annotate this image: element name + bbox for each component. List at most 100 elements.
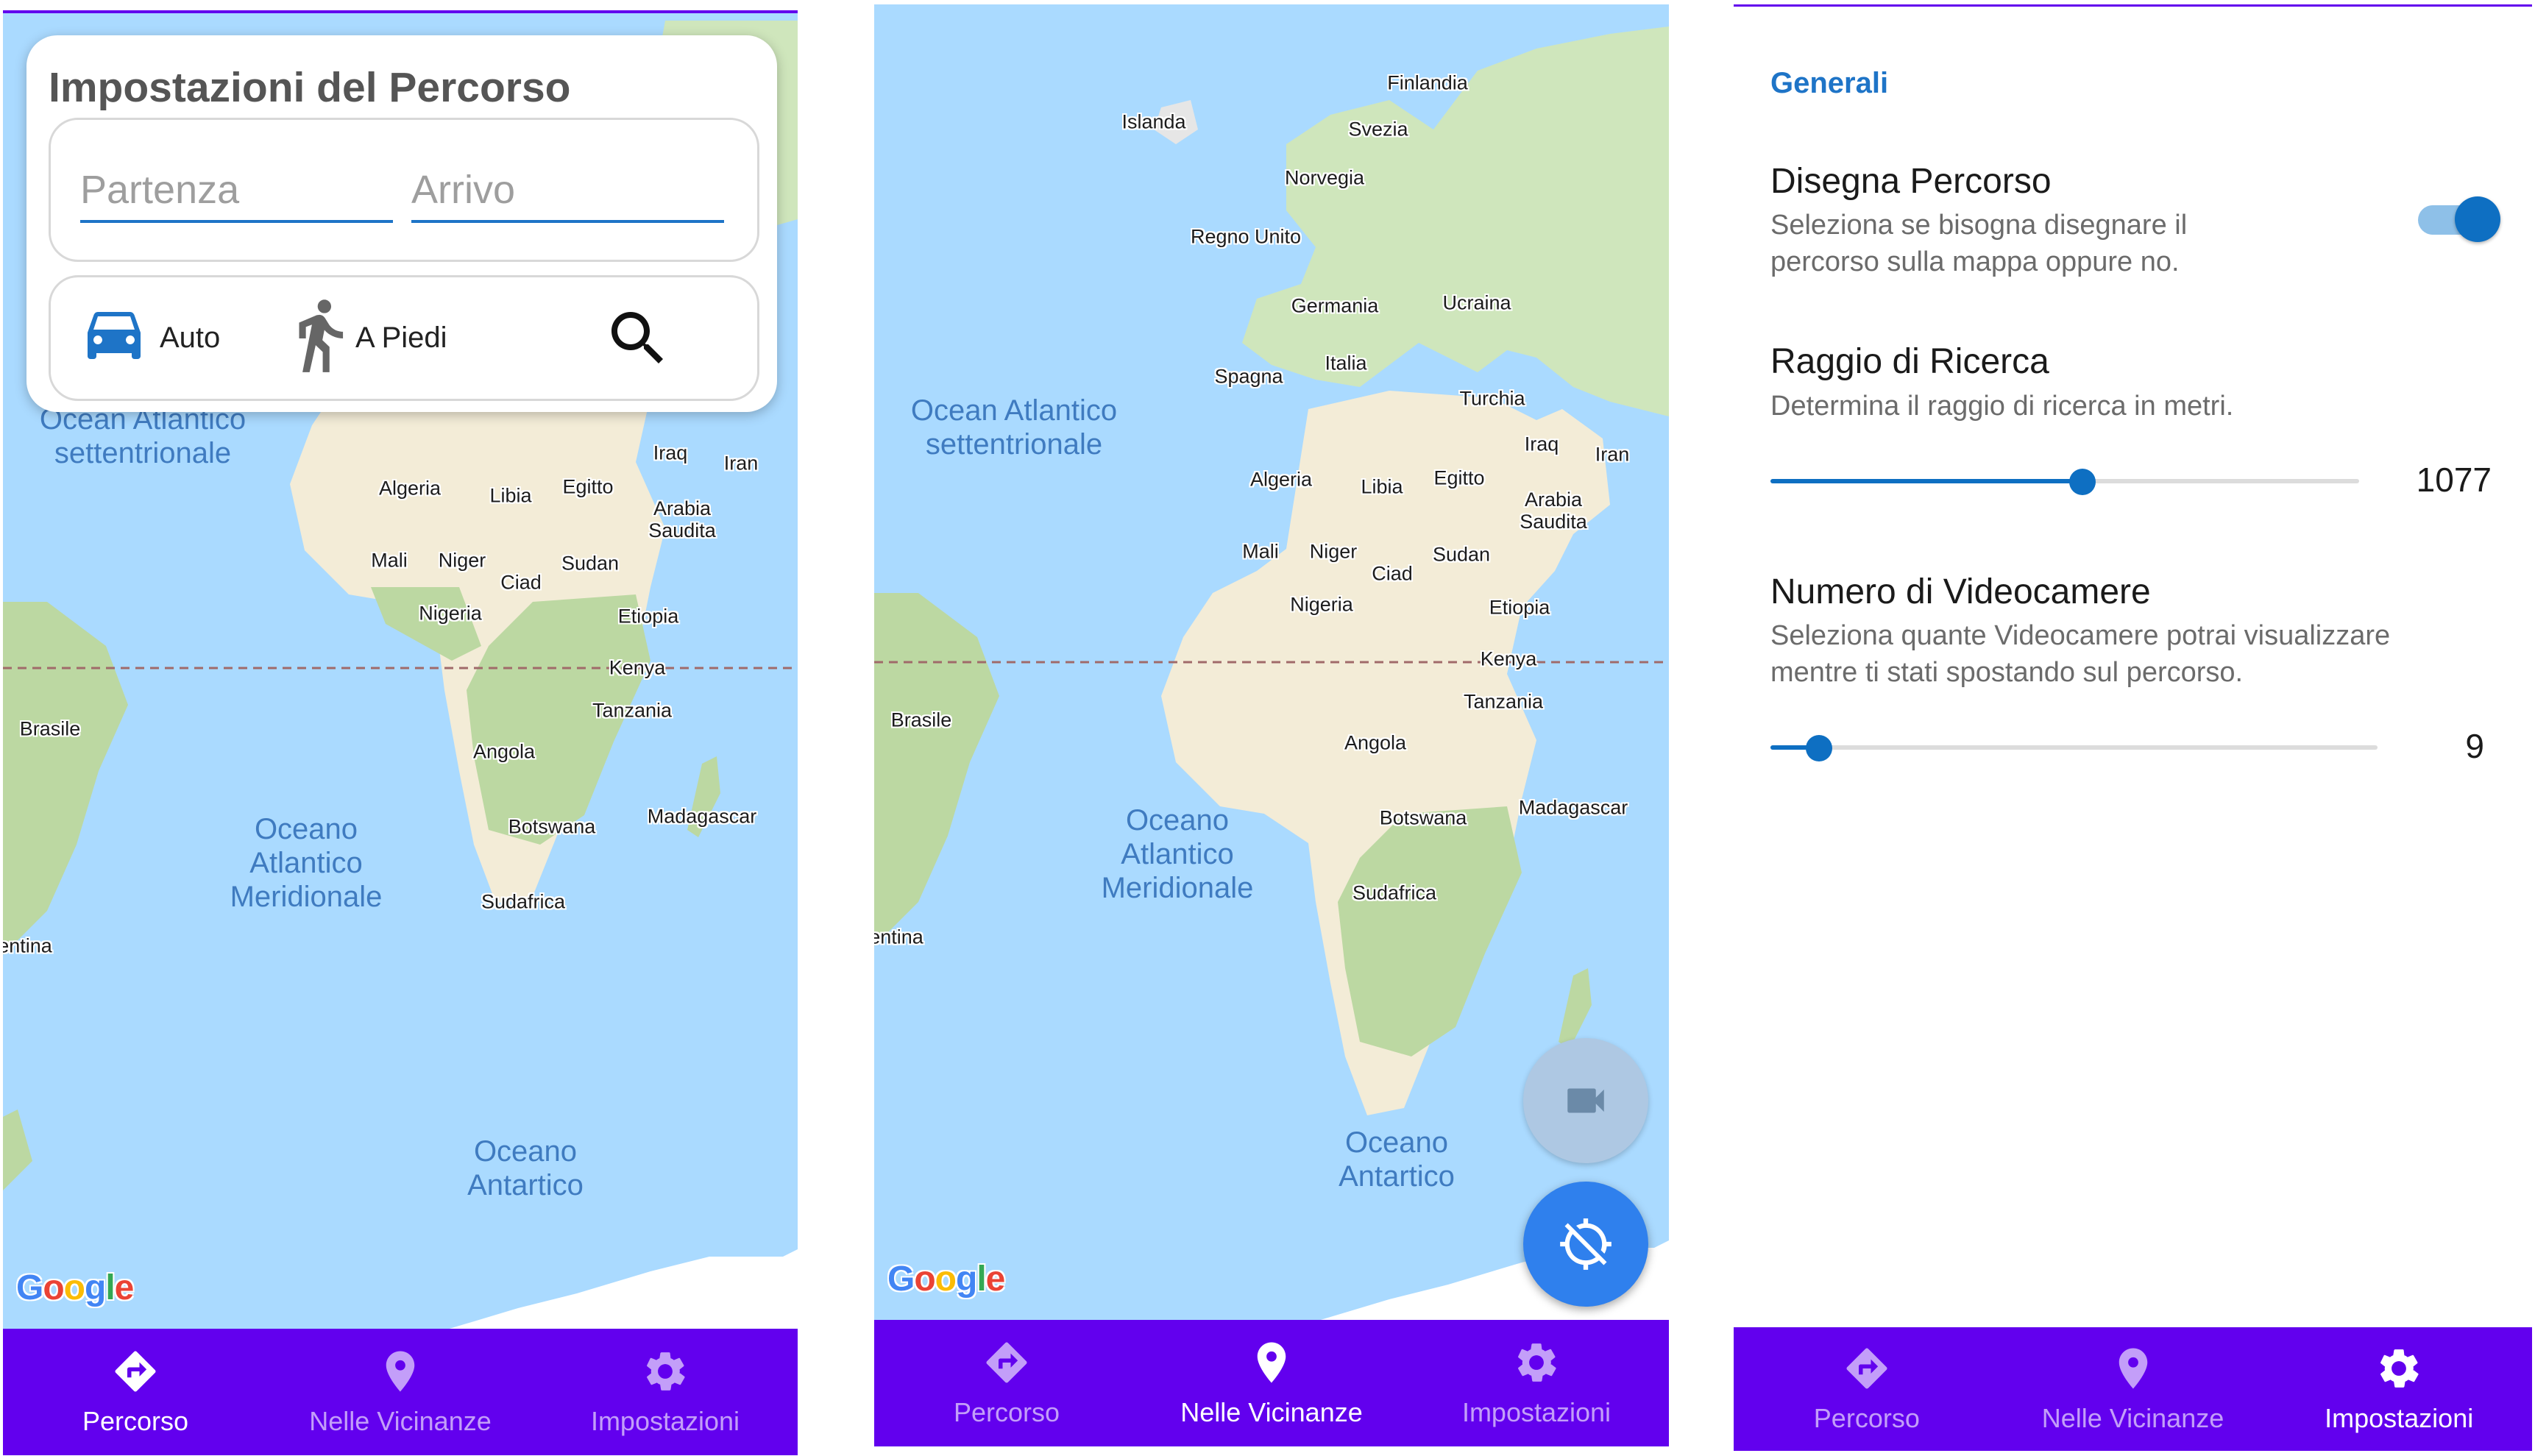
nav-item-percorso[interactable]: Percorso (874, 1320, 1139, 1446)
travel-mode-box: Auto A Piedi (49, 275, 759, 401)
map-label: Kenya (1480, 647, 1537, 670)
bottom-navigation: Percorso Nelle Vicinanze Impostazioni (874, 1320, 1669, 1446)
directions-icon (115, 1351, 156, 1392)
map-label: Arabia Saudita (648, 497, 716, 541)
google-logo: Google (887, 1260, 1005, 1299)
location-fab[interactable] (1523, 1182, 1648, 1307)
map-label: Sudafrica (1352, 881, 1437, 904)
walk-icon (299, 299, 344, 372)
map-label: Sudan (561, 552, 620, 575)
draw-route-switch-thumb[interactable] (2455, 196, 2500, 242)
pref-summary: Seleziona se bisogna disegnare il percor… (1770, 210, 2188, 277)
nav-label: Percorso (1813, 1403, 1920, 1433)
map-label: Madagascar (647, 805, 757, 828)
cameras-slider[interactable] (1770, 735, 2378, 761)
nav-label: Percorso (953, 1397, 1060, 1427)
videocam-icon (1567, 1088, 1604, 1113)
map-label: Egitto (562, 475, 614, 498)
map-label: Brasile (890, 709, 952, 731)
map-label: Mali (1242, 540, 1279, 563)
map-label: Ciad (500, 571, 542, 594)
screen-impostazioni: Generali Disegna Percorso Seleziona se b… (1734, 4, 2532, 1451)
cameras-slider-thumb[interactable] (1806, 735, 1832, 761)
directions-icon (1846, 1348, 1887, 1389)
map-label: Egitto (1433, 466, 1485, 489)
map-label: entina (874, 926, 923, 948)
map-label: Niger (1309, 540, 1358, 563)
screen-percorso: Ocean Atlantico settentrionale Oceano At… (3, 10, 798, 1455)
map-label: Iraq (1524, 433, 1559, 455)
nav-item-percorso[interactable]: Percorso (1734, 1327, 2000, 1451)
pref-title: Disegna Percorso (1770, 162, 2052, 201)
place-icon (2119, 1348, 2147, 1389)
map-label: Brasile (19, 717, 81, 740)
map-label: Angola (472, 740, 536, 763)
route-card-title: Impostazioni del Percorso (49, 64, 571, 111)
nav-item-percorso[interactable]: Percorso (3, 1329, 268, 1455)
ocean-label: Ocean Atlantico settentrionale (910, 394, 1118, 461)
bottom-navigation: Percorso Nelle Vicinanze Impostazioni (3, 1329, 798, 1455)
mode-walk-label: A Piedi (355, 322, 447, 354)
nav-item-vicinanze[interactable]: Nelle Vicinanze (2000, 1327, 2266, 1451)
map-label: Tanzania (592, 699, 673, 722)
camera-fab[interactable] (1523, 1038, 1648, 1163)
map-label: Germania (1291, 294, 1379, 317)
map-label: Italia (1325, 352, 1367, 374)
mode-car-label: Auto (160, 322, 221, 354)
map-label: Nigeria (1290, 593, 1353, 616)
map-label: Sudan (1432, 543, 1491, 566)
radius-value: 1077 (2416, 461, 2492, 499)
nav-label: Nelle Vicinanze (1180, 1397, 1363, 1427)
nav-item-vicinanze[interactable]: Nelle Vicinanze (1139, 1320, 1404, 1446)
search-button[interactable] (603, 277, 673, 399)
gear-icon (647, 1352, 685, 1391)
nav-label: Nelle Vicinanze (2041, 1403, 2224, 1433)
end-field[interactable]: Arrivo (411, 157, 724, 223)
map-label: Nigeria (419, 602, 482, 625)
cameras-value: 9 (2465, 727, 2484, 765)
map-label: Algeria (1249, 468, 1313, 491)
map-label: Turchia (1459, 387, 1525, 410)
start-field[interactable]: Partenza (80, 157, 393, 223)
map-label: Iran (1595, 443, 1630, 466)
radius-slider-thumb[interactable] (2069, 469, 2096, 495)
map-label: Sudafrica (481, 890, 566, 913)
ocean-label: Oceano Atlantico Meridionale (1101, 804, 1254, 904)
map-label: Botswana (1379, 806, 1467, 829)
radius-slider[interactable] (1770, 469, 2359, 495)
ocean-label: Oceano Atlantico Meridionale (230, 813, 383, 913)
nav-item-impostazioni[interactable]: Impostazioni (1404, 1320, 1669, 1446)
map-label: Mali (371, 549, 408, 572)
settings-category-title: Generali (1770, 67, 1889, 99)
map-label: Iran (723, 452, 759, 475)
map-label: Ucraina (1442, 291, 1511, 314)
map-label: Niger (438, 549, 486, 572)
gear-icon (2380, 1349, 2419, 1388)
place-icon (386, 1351, 415, 1392)
map-label: Madagascar (1518, 796, 1628, 819)
mode-car[interactable]: Auto (79, 277, 220, 399)
nav-item-impostazioni[interactable]: Impostazioni (533, 1329, 798, 1455)
map-label: Spagna (1214, 365, 1283, 388)
radius-slider-fill (1770, 479, 2082, 483)
pref-summary: Seleziona quante Videocamere potrai visu… (1770, 620, 2391, 688)
map-label: Iraq (653, 441, 688, 464)
pref-title: Raggio di Ricerca (1770, 342, 2049, 381)
map-label: entina (3, 934, 52, 957)
mode-walk[interactable]: A Piedi (294, 277, 447, 399)
ocean-label: Ocean Atlantico settentrionale (39, 403, 247, 469)
nav-label: Percorso (82, 1406, 189, 1436)
map-label: Islanda (1121, 110, 1186, 133)
map-label: Tanzania (1463, 690, 1544, 713)
map-label: Etiopia (1489, 596, 1550, 619)
nav-label: Impostazioni (590, 1406, 740, 1436)
map-label: Regno Unito (1190, 225, 1302, 248)
bottom-navigation: Percorso Nelle Vicinanze Impostazioni (1734, 1327, 2532, 1451)
route-inputs-box: Partenza Arrivo (49, 118, 759, 262)
directions-icon (986, 1342, 1027, 1383)
map-label: Etiopia (617, 605, 679, 628)
nav-item-vicinanze[interactable]: Nelle Vicinanze (268, 1329, 533, 1455)
nav-item-impostazioni[interactable]: Impostazioni (2266, 1327, 2532, 1451)
nav-label: Nelle Vicinanze (309, 1406, 492, 1436)
map-label: Finlandia (1387, 71, 1468, 94)
